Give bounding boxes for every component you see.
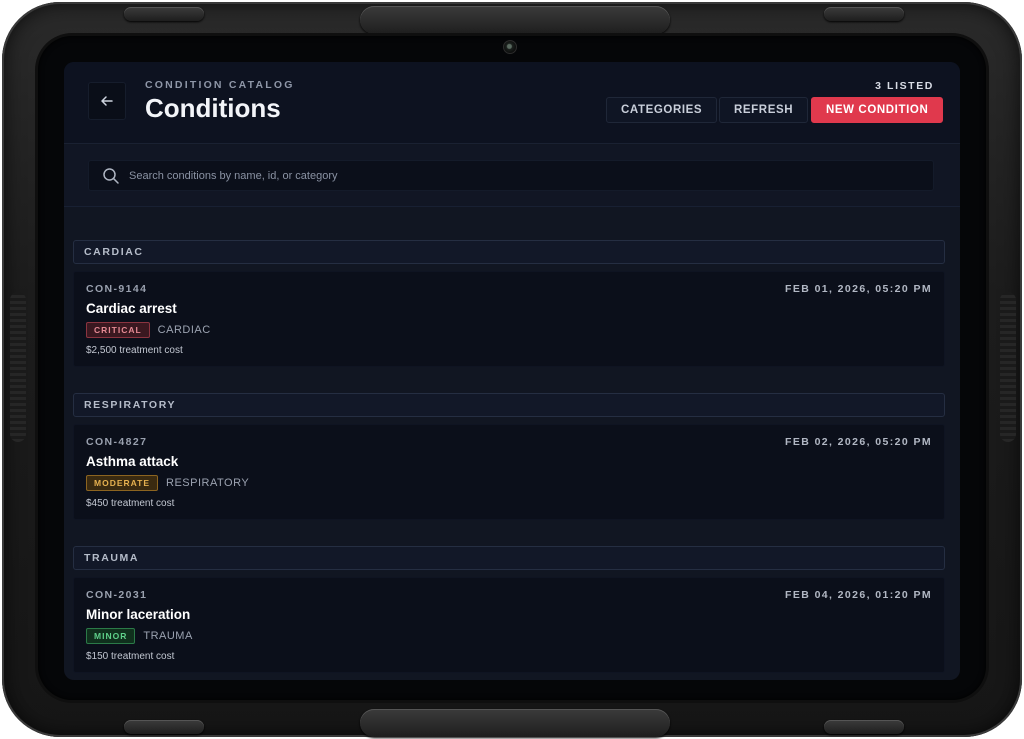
condition-id: CON-2031 (86, 589, 148, 601)
category-label: CARDIAC (157, 324, 211, 336)
condition-tags: MINOR TRAUMA (86, 628, 193, 644)
category-label: TRAUMA (143, 630, 193, 642)
condition-tags: MODERATE RESPIRATORY (86, 475, 249, 491)
corner-bumper (124, 720, 204, 734)
group-header: CARDIAC (73, 240, 945, 264)
condition-card[interactable]: CON-4827 FEB 02, 2026, 05:20 PM Asthma a… (73, 424, 945, 520)
condition-name: Cardiac arrest (86, 301, 177, 316)
severity-badge: MINOR (86, 628, 136, 644)
top-bumper (360, 6, 670, 34)
treatment-cost: $450 treatment cost (86, 498, 175, 509)
condition-card[interactable]: CON-9144 FEB 01, 2026, 05:20 PM Cardiac … (73, 271, 945, 367)
severity-badge: CRITICAL (86, 322, 150, 338)
refresh-button[interactable]: REFRESH (719, 97, 809, 123)
search-icon (103, 167, 119, 184)
categories-button[interactable]: CATEGORIES (606, 97, 718, 123)
category-label: RESPIRATORY (166, 477, 250, 489)
condition-card[interactable]: CON-2031 FEB 04, 2026, 01:20 PM Minor la… (73, 577, 945, 673)
page-title: Conditions (145, 93, 281, 123)
condition-id: CON-9144 (86, 283, 148, 295)
back-button[interactable] (88, 82, 126, 120)
arrow-left-icon (101, 96, 113, 106)
severity-badge: MODERATE (86, 475, 159, 491)
corner-bumper (824, 7, 904, 21)
group-trauma: TRAUMA CON-2031 FEB 04, 2026, 01:20 PM M… (73, 546, 945, 673)
treatment-cost: $150 treatment cost (86, 651, 175, 662)
page-header: CONDITION CATALOG Conditions 3 LISTED CA… (64, 62, 960, 144)
listed-count: 3 LISTED (875, 80, 934, 92)
group-header: TRAUMA (73, 546, 945, 570)
condition-id: CON-4827 (86, 436, 148, 448)
condition-date: FEB 01, 2026, 05:20 PM (785, 283, 932, 295)
new-condition-button[interactable]: NEW CONDITION (811, 97, 944, 123)
group-respiratory: RESPIRATORY CON-4827 FEB 02, 2026, 05:20… (73, 393, 945, 520)
condition-date: FEB 02, 2026, 05:20 PM (785, 436, 932, 448)
search-box (88, 160, 934, 191)
app-screen: CONDITION CATALOG Conditions 3 LISTED CA… (64, 62, 960, 680)
search-bar-area (64, 145, 960, 207)
group-header: RESPIRATORY (73, 393, 945, 417)
page-eyebrow: CONDITION CATALOG (145, 79, 295, 91)
camera-icon (503, 40, 517, 54)
side-grip (10, 292, 26, 442)
side-grip (1000, 292, 1016, 442)
condition-tags: CRITICAL CARDIAC (86, 322, 211, 338)
corner-bumper (124, 7, 204, 21)
bottom-bumper (360, 709, 670, 737)
conditions-list: CARDIAC CON-9144 FEB 01, 2026, 05:20 PM … (73, 240, 945, 673)
treatment-cost: $2,500 treatment cost (86, 345, 183, 356)
condition-date: FEB 04, 2026, 01:20 PM (785, 589, 932, 601)
condition-name: Asthma attack (86, 454, 179, 469)
corner-bumper (824, 720, 904, 734)
group-cardiac: CARDIAC CON-9144 FEB 01, 2026, 05:20 PM … (73, 240, 945, 367)
condition-name: Minor laceration (86, 607, 191, 622)
search-input[interactable] (129, 161, 933, 190)
